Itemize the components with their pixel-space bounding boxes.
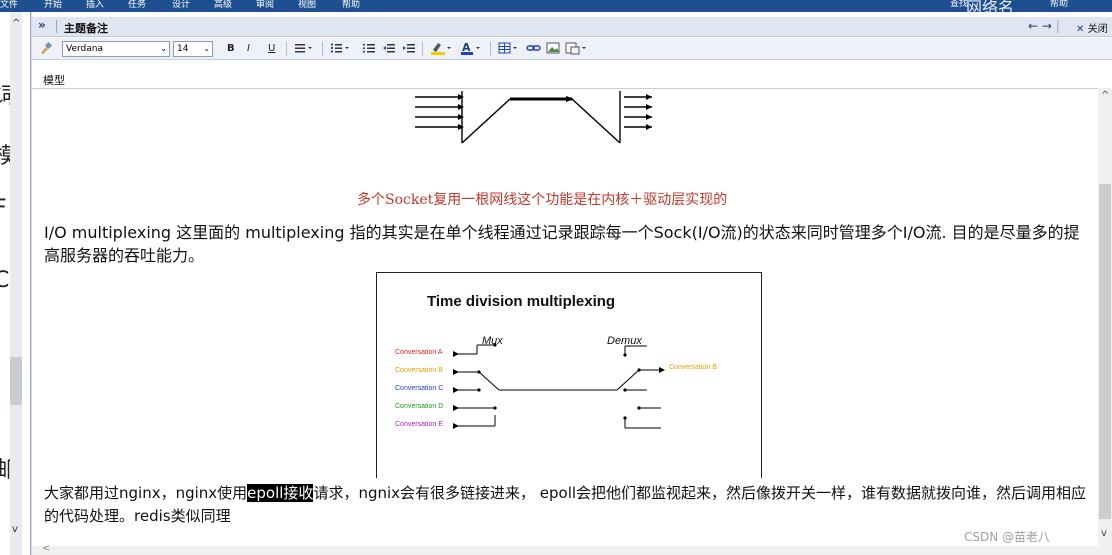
- selected-text[interactable]: epoll接收: [247, 484, 314, 502]
- nav-arrows: ← → |: [1028, 19, 1060, 33]
- table-icon[interactable]: [498, 41, 520, 57]
- tdm-wiring: [453, 343, 665, 429]
- forward-arrow-icon[interactable]: →: [1042, 19, 1052, 33]
- scroll-up-icon[interactable]: ^: [12, 18, 20, 29]
- image-icon[interactable]: [546, 41, 560, 57]
- outline-scroll-thumb[interactable]: [10, 357, 22, 405]
- notes-title-bar: » 主题备注 ← → | ✕ 关闭: [32, 17, 1112, 37]
- scroll-down-icon[interactable]: v: [12, 524, 18, 535]
- mux-diagram-fragment: [415, 91, 652, 144]
- format-painter-icon[interactable]: [39, 41, 53, 57]
- tab-model[interactable]: 模型: [43, 72, 65, 88]
- numbered-list-icon[interactable]: [330, 41, 352, 57]
- align-icon[interactable]: [294, 41, 314, 57]
- menu-review[interactable]: 审阅: [256, 0, 274, 10]
- highlight-color-icon[interactable]: [430, 41, 454, 57]
- increase-indent-icon[interactable]: [402, 41, 416, 57]
- outline-glyph: F: [0, 196, 7, 221]
- decrease-indent-icon[interactable]: [382, 41, 396, 57]
- back-arrow-icon[interactable]: ←: [1028, 19, 1038, 33]
- app-window: 文件 开始 插入 任务 设计 高级 审阅 视图 帮助 查找 帮助 网络名 词 模…: [0, 0, 1112, 555]
- divider: [56, 20, 57, 33]
- watermark: CSDN @苗老八: [964, 530, 1051, 544]
- collapse-pane-button[interactable]: »: [38, 18, 46, 32]
- toolbar-separator: [490, 42, 491, 56]
- italic-button[interactable]: I: [247, 41, 250, 57]
- overlay-text: 网络名: [966, 0, 1015, 12]
- outline-glyph: C: [0, 268, 9, 293]
- notes-pane: » 主题备注 ← → | ✕ 关闭 Verdana ⌄ 14 ⌄ B I U A…: [32, 12, 1112, 555]
- menu-insert[interactable]: 插入: [86, 0, 104, 10]
- notes-title: 主题备注: [64, 22, 108, 35]
- close-icon: ✕: [1076, 24, 1085, 35]
- bullet-list-icon[interactable]: [362, 41, 376, 57]
- chevron-down-icon: ⌄: [203, 44, 210, 53]
- scroll-left-icon[interactable]: <: [42, 543, 50, 554]
- content-scroll-thumb[interactable]: [1099, 184, 1111, 519]
- toolbar-separator: [422, 42, 423, 56]
- menu-file[interactable]: 文件: [0, 0, 18, 10]
- outline-pane: 词 模 F C 邮 ^ v: [0, 12, 31, 555]
- toolbar-separator: [322, 42, 323, 56]
- menu-advanced[interactable]: 高级: [214, 0, 232, 10]
- outline-scrollbar[interactable]: [10, 12, 22, 555]
- menu-view[interactable]: 视图: [298, 0, 316, 10]
- horizontal-scrollbar[interactable]: <: [32, 543, 1112, 555]
- menu-home[interactable]: 开始: [44, 0, 62, 10]
- paragraph-io-multiplexing: I/O multiplexing 这里面的 multiplexing 指的其实是…: [44, 223, 1080, 265]
- font-size-select[interactable]: 14 ⌄: [173, 41, 213, 57]
- scroll-down-icon[interactable]: v: [1101, 528, 1107, 539]
- scroll-up-icon[interactable]: ^: [1101, 90, 1109, 101]
- link-icon[interactable]: [526, 41, 542, 57]
- format-toolbar: Verdana ⌄ 14 ⌄ B I U A: [32, 38, 1112, 60]
- output-conversation-label: Conversation B: [669, 364, 717, 371]
- bold-button[interactable]: B: [227, 41, 235, 57]
- close-label: 关闭: [1087, 24, 1108, 35]
- underline-button[interactable]: U: [268, 41, 275, 57]
- tdm-figure: Time division multiplexing Mux Demux Con…: [376, 272, 762, 478]
- menu-bar: 文件 开始 插入 任务 设计 高级 审阅 视图 帮助 查找 帮助 网络名: [0, 0, 1112, 12]
- paragraph-nginx-epoll: 大家都用过nginx，nginx使用epoll接收请求，ngnix会有很多链接进…: [44, 484, 1087, 525]
- content-scrollbar[interactable]: ^ v: [1098, 88, 1112, 546]
- menu-help[interactable]: 帮助: [342, 0, 360, 10]
- toolbar-separator: [286, 42, 287, 56]
- chevron-down-icon: ⌄: [160, 44, 167, 53]
- font-color-icon[interactable]: A: [460, 41, 484, 57]
- notes-content[interactable]: 多个Socket复用一根网线这个功能是在内核＋驱动层实现的 I/O multip…: [32, 88, 1098, 546]
- close-pane-button[interactable]: ✕ 关闭: [1076, 20, 1108, 35]
- font-family-select[interactable]: Verdana ⌄: [62, 41, 170, 57]
- menu-help-right[interactable]: 帮助: [1050, 0, 1068, 9]
- menu-design[interactable]: 设计: [172, 0, 190, 10]
- diagram-caption: 多个Socket复用一根网线这个功能是在内核＋驱动层实现的: [357, 192, 728, 208]
- menu-task[interactable]: 任务: [128, 0, 146, 10]
- insert-object-icon[interactable]: [565, 41, 591, 57]
